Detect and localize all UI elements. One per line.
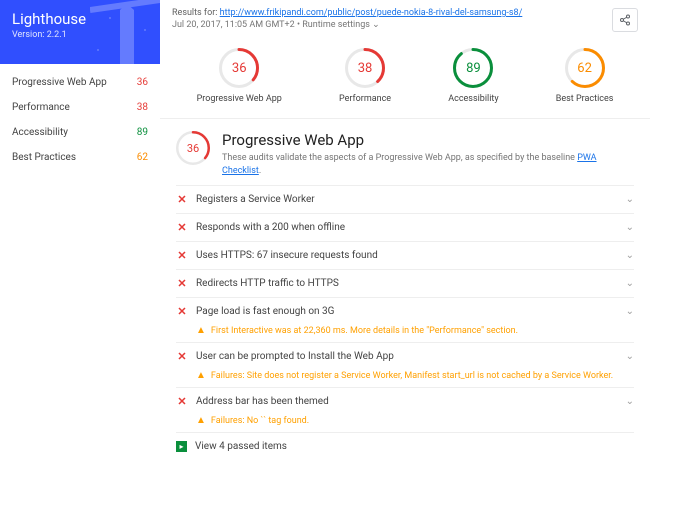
meta-line: Jul 20, 2017, 11:05 AM GMT+2 • Runtime s… xyxy=(172,20,522,30)
gauge-score: 36 xyxy=(219,48,259,88)
main-content: Results for: http://www.frikipandi.com/p… xyxy=(160,0,650,470)
chevron-down-icon: ⌄ xyxy=(372,20,380,30)
sidebar-item-2[interactable]: Accessibility 89 xyxy=(0,120,160,145)
sidebar-item-score: 62 xyxy=(137,152,148,163)
chevron-down-icon: ⌄ xyxy=(626,250,634,261)
sidebar-header: Lighthouse Version: 2.2.1 xyxy=(0,0,160,64)
gauge-label: Performance xyxy=(339,94,391,104)
audit-row-1[interactable]: ✕ Responds with a 200 when offline ⌄ xyxy=(176,213,634,241)
chevron-down-icon: ⌄ xyxy=(626,194,634,205)
audit-detail-6: ▲ Failures: No `` tag found. xyxy=(176,415,634,432)
fail-icon: ✕ xyxy=(176,350,188,363)
audit-title: Responds with a 200 when offline xyxy=(196,222,345,233)
sidebar-item-score: 38 xyxy=(137,102,148,113)
gauge-score: 89 xyxy=(453,48,493,88)
gauge-0[interactable]: 36 Progressive Web App xyxy=(197,48,282,104)
sidebar-item-score: 89 xyxy=(137,127,148,138)
view-passed-label: View 4 passed items xyxy=(195,441,287,452)
audit-title: Redirects HTTP traffic to HTTPS xyxy=(196,278,339,289)
audit-detail-text: Failures: Site does not register a Servi… xyxy=(211,371,613,381)
chevron-down-icon: ⌄ xyxy=(626,306,634,317)
sidebar: Lighthouse Version: 2.2.1 Progressive We… xyxy=(0,0,160,470)
play-icon: ▸ xyxy=(176,441,187,452)
fail-icon: ✕ xyxy=(176,277,188,290)
fail-icon: ✕ xyxy=(176,249,188,262)
sidebar-nav: Progressive Web App 36 Performance 38 Ac… xyxy=(0,64,160,170)
audit-row-0[interactable]: ✕ Registers a Service Worker ⌄ xyxy=(176,185,634,213)
audit-title: Page load is fast enough on 3G xyxy=(196,306,334,317)
audit-detail-5: ▲ Failures: Site does not register a Ser… xyxy=(176,370,634,387)
chevron-down-icon: ⌄ xyxy=(626,278,634,289)
audit-row-6[interactable]: ✕ Address bar has been themed ⌄ xyxy=(176,387,634,415)
section-gauge-score: 36 xyxy=(176,131,210,165)
gauge-score: 62 xyxy=(565,48,605,88)
timestamp: Jul 20, 2017, 11:05 AM GMT+2 xyxy=(172,20,295,30)
gauge-row: 36 Progressive Web App 38 Performance 89… xyxy=(160,38,650,119)
share-icon xyxy=(619,14,631,26)
gauge-label: Accessibility xyxy=(448,94,498,104)
audit-row-3[interactable]: ✕ Redirects HTTP traffic to HTTPS ⌄ xyxy=(176,269,634,297)
fail-icon: ✕ xyxy=(176,395,188,408)
audit-detail-text: Failures: No `` tag found. xyxy=(211,416,309,426)
gauge-2[interactable]: 89 Accessibility xyxy=(448,48,498,104)
top-bar: Results for: http://www.frikipandi.com/p… xyxy=(160,0,650,38)
section-gauge: 36 xyxy=(176,131,210,165)
gauge-label: Progressive Web App xyxy=(197,94,282,104)
sidebar-item-label: Accessibility xyxy=(12,127,68,138)
audit-title: Uses HTTPS: 67 insecure requests found xyxy=(196,250,378,261)
sidebar-item-0[interactable]: Progressive Web App 36 xyxy=(0,70,160,95)
audit-title: Registers a Service Worker xyxy=(196,194,315,205)
warning-icon: ▲ xyxy=(196,370,206,381)
chevron-down-icon: ⌄ xyxy=(626,351,634,362)
audit-title: User can be prompted to Install the Web … xyxy=(196,351,394,362)
gauge-1[interactable]: 38 Performance xyxy=(339,48,391,104)
fail-icon: ✕ xyxy=(176,305,188,318)
sidebar-item-3[interactable]: Best Practices 62 xyxy=(0,145,160,170)
runtime-settings-toggle[interactable]: Runtime settings ⌄ xyxy=(302,20,379,30)
audit-row-4[interactable]: ✕ Page load is fast enough on 3G ⌄ xyxy=(176,297,634,325)
results-url-link[interactable]: http://www.frikipandi.com/public/post/pu… xyxy=(220,8,523,18)
fail-icon: ✕ xyxy=(176,193,188,206)
view-passed-toggle[interactable]: ▸ View 4 passed items xyxy=(176,432,634,460)
gauge-score: 38 xyxy=(345,48,385,88)
sidebar-item-1[interactable]: Performance 38 xyxy=(0,95,160,120)
gauge-3[interactable]: 62 Best Practices xyxy=(556,48,614,104)
sidebar-item-label: Progressive Web App xyxy=(12,77,107,88)
warning-icon: ▲ xyxy=(196,325,206,336)
section-title: Progressive Web App xyxy=(222,131,634,149)
audit-title: Address bar has been themed xyxy=(196,396,329,407)
warning-icon: ▲ xyxy=(196,415,206,426)
audit-row-2[interactable]: ✕ Uses HTTPS: 67 insecure requests found… xyxy=(176,241,634,269)
section-pwa: 36 Progressive Web App These audits vali… xyxy=(160,119,650,460)
audit-detail-4: ▲ First Interactive was at 22,360 ms. Mo… xyxy=(176,325,634,342)
audit-detail-text: First Interactive was at 22,360 ms. More… xyxy=(211,326,518,336)
sidebar-item-score: 36 xyxy=(137,77,148,88)
results-for-label: Results for: xyxy=(172,8,217,18)
audit-row-5[interactable]: ✕ User can be prompted to Install the We… xyxy=(176,342,634,370)
section-description: These audits validate the aspects of a P… xyxy=(222,152,634,177)
gauge-label: Best Practices xyxy=(556,94,614,104)
fail-icon: ✕ xyxy=(176,221,188,234)
chevron-down-icon: ⌄ xyxy=(626,396,634,407)
app-version: Version: 2.2.1 xyxy=(12,30,148,40)
sidebar-item-label: Best Practices xyxy=(12,152,76,163)
share-button[interactable] xyxy=(612,8,638,32)
sidebar-item-label: Performance xyxy=(12,102,70,113)
chevron-down-icon: ⌄ xyxy=(626,222,634,233)
results-line: Results for: http://www.frikipandi.com/p… xyxy=(172,8,522,18)
